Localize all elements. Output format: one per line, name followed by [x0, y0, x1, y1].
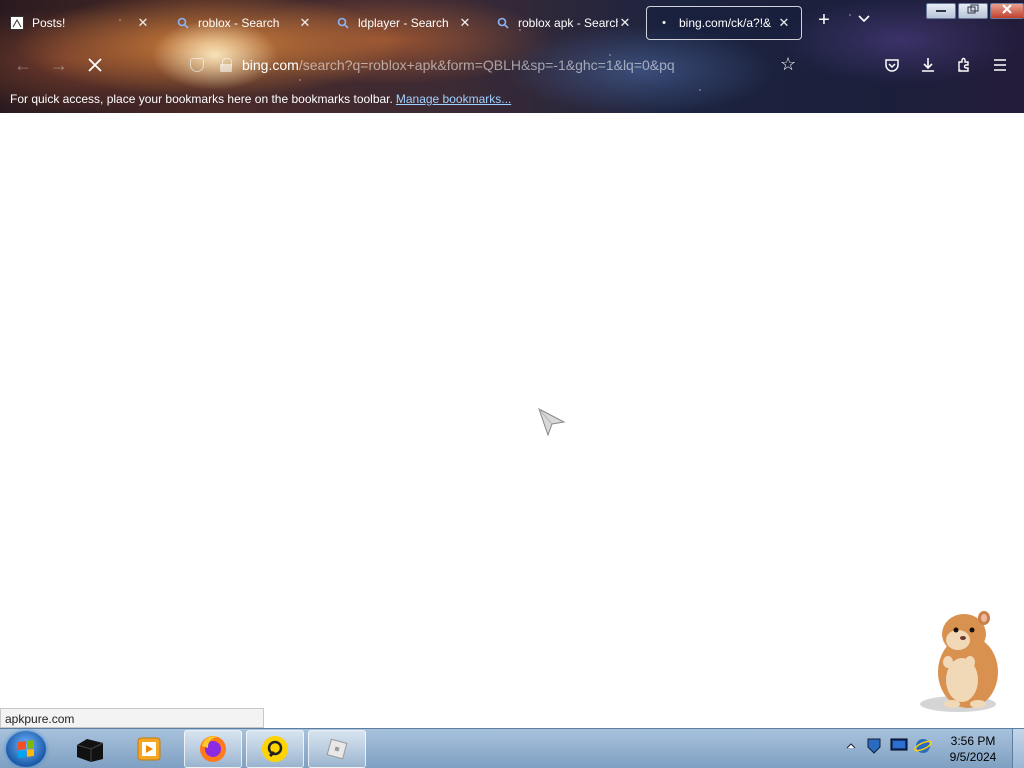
extensions-icon[interactable] — [953, 54, 975, 76]
windows-taskbar: 3:56 PM 9/5/2024 — [0, 728, 1024, 768]
link-status-bar: apkpure.com — [0, 708, 264, 728]
close-icon[interactable]: ✕ — [777, 15, 791, 31]
taskbar-app-firefox[interactable] — [184, 730, 242, 768]
roblox-icon — [326, 738, 348, 760]
tab-roblox-apk-search[interactable]: roblox apk - Search ✕ — [486, 6, 642, 40]
tab-label: roblox - Search — [198, 16, 280, 30]
tab-label: bing.com/ck/a?!& — [679, 16, 772, 30]
start-button[interactable] — [6, 731, 46, 767]
close-icon[interactable]: ✕ — [458, 15, 472, 31]
minimize-button[interactable] — [926, 3, 956, 19]
bookmarks-toolbar: For quick access, place your bookmarks h… — [10, 92, 511, 106]
mouse-cursor-icon — [538, 408, 566, 437]
lock-icon[interactable] — [220, 58, 232, 72]
tracking-protection-shield-icon[interactable] — [190, 58, 204, 72]
navigation-toolbar: ← → bing.com/search?q=roblox+apk&form=QB… — [0, 46, 1024, 84]
posts-favicon-icon — [10, 16, 24, 30]
restore-button[interactable] — [958, 3, 988, 19]
forward-button[interactable]: → — [48, 54, 70, 76]
tab-label: Posts! — [32, 16, 66, 30]
tab-label: roblox apk - Search — [518, 16, 618, 30]
tab-roblox-search[interactable]: roblox - Search ✕ — [166, 6, 322, 40]
loading-dot-icon: • — [662, 17, 666, 29]
hamster-desktop-pet-icon[interactable] — [918, 604, 1010, 714]
search-favicon-icon — [336, 16, 350, 30]
search-favicon-icon — [176, 16, 190, 30]
show-desktop-button[interactable] — [1012, 729, 1024, 768]
browser-chrome: Posts! ✕ roblox - Search ✕ ldplayer - Se… — [0, 0, 1024, 113]
tab-ldplayer-search[interactable]: ldplayer - Search ✕ — [326, 6, 482, 40]
url-field[interactable]: bing.com/search?q=roblox+apk&form=QBLH&s… — [242, 57, 770, 73]
clock-date: 9/5/2024 — [949, 750, 997, 764]
url-host: bing.com — [242, 57, 299, 73]
taskbar-app-ldplayer[interactable] — [246, 730, 304, 768]
close-icon[interactable]: ✕ — [136, 15, 150, 31]
media-player-icon — [137, 737, 161, 761]
firefox-icon — [200, 736, 226, 762]
manage-bookmarks-link[interactable]: Manage bookmarks... — [396, 92, 511, 106]
menu-hamburger-icon[interactable] — [989, 54, 1011, 76]
system-clock[interactable]: 3:56 PM 9/5/2024 — [940, 733, 1006, 765]
list-all-tabs-button[interactable] — [855, 12, 873, 26]
tray-shield-icon[interactable] — [866, 737, 882, 758]
network-monitor-icon[interactable] — [890, 737, 908, 756]
black-box-app-icon — [76, 739, 104, 762]
tab-label: ldplayer - Search — [358, 16, 449, 30]
taskbar-app-black-box[interactable] — [60, 730, 118, 768]
close-window-button[interactable] — [990, 3, 1024, 19]
new-tab-button[interactable]: + — [814, 10, 834, 30]
tab-bing-redirect[interactable]: • bing.com/ck/a?!& ✕ — [646, 6, 802, 40]
address-bar[interactable]: bing.com/search?q=roblox+apk&form=QBLH&s… — [180, 50, 810, 80]
bookmark-star-icon[interactable]: ☆ — [780, 54, 796, 75]
url-path: /search?q=roblox+apk&form=QBLH&sp=-1&ghc… — [298, 57, 675, 73]
taskbar-app-roblox[interactable] — [308, 730, 366, 768]
stop-loading-button[interactable] — [84, 54, 106, 76]
close-icon[interactable]: ✕ — [618, 15, 632, 31]
windows-logo-icon — [18, 739, 34, 759]
close-icon[interactable]: ✕ — [298, 15, 312, 31]
tab-bar: Posts! ✕ roblox - Search ✕ ldplayer - Se… — [0, 4, 900, 40]
show-hidden-icons-button[interactable] — [846, 737, 856, 754]
ldplayer-icon — [262, 736, 288, 762]
tab-posts[interactable]: Posts! ✕ — [0, 6, 160, 40]
back-button[interactable]: ← — [12, 54, 34, 76]
bookmarks-empty-message: For quick access, place your bookmarks h… — [10, 92, 393, 106]
clock-time: 3:56 PM — [950, 734, 996, 748]
search-favicon-icon — [496, 16, 510, 30]
taskbar-app-media-player[interactable] — [120, 730, 178, 768]
pocket-icon[interactable] — [881, 54, 903, 76]
page-content — [0, 113, 1024, 728]
ie-globe-icon[interactable] — [914, 737, 932, 758]
downloads-icon[interactable] — [917, 54, 939, 76]
